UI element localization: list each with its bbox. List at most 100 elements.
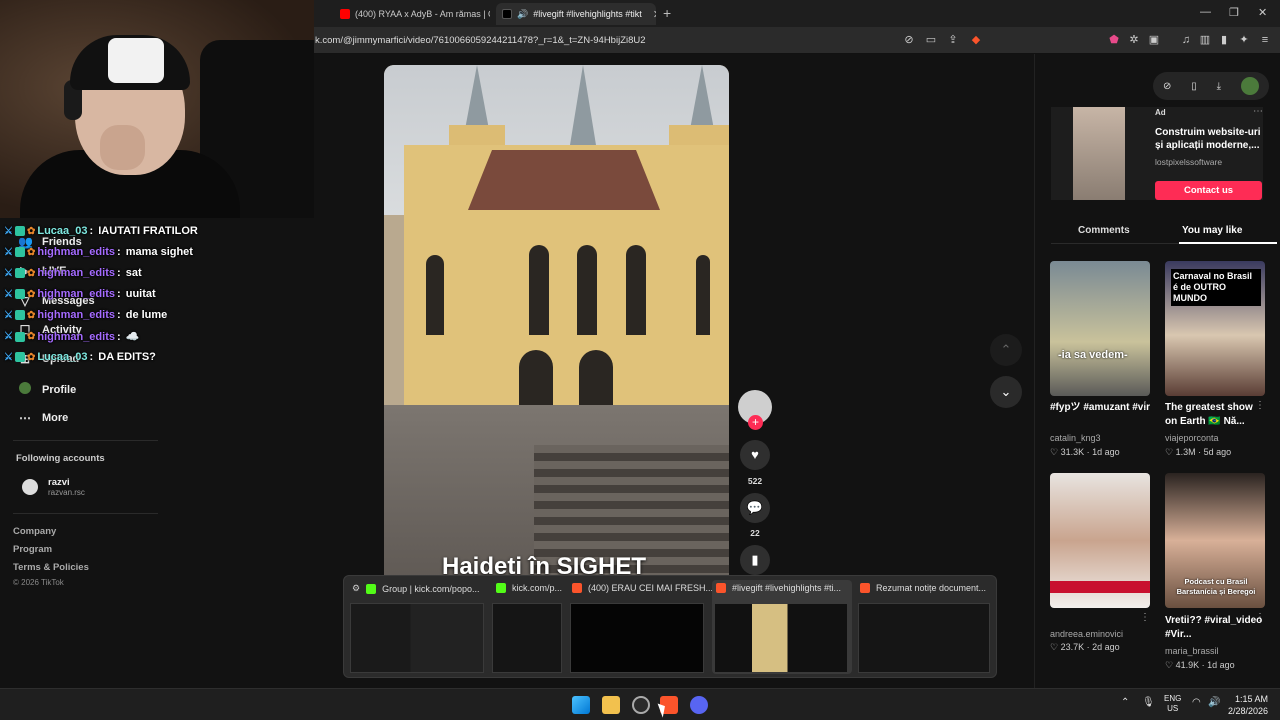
new-tab-button[interactable]: + bbox=[663, 5, 671, 21]
previous-video-arrow-icon[interactable]: ⌃ bbox=[990, 334, 1022, 366]
comment-icon[interactable]: 💬 bbox=[740, 493, 770, 523]
preview-title-text: #livegift #livehighlights #ti... bbox=[732, 583, 842, 593]
avatar[interactable] bbox=[1241, 77, 1259, 95]
minimize-icon[interactable]: — bbox=[1200, 6, 1211, 18]
discord-icon[interactable] bbox=[690, 696, 708, 714]
preview-thumbnail bbox=[714, 603, 848, 673]
suggestion-thumbnail[interactable]: Carnaval no Brasil é de OUTRO MUNDO bbox=[1165, 261, 1265, 396]
vpn-icon[interactable]: ⬟ bbox=[1108, 34, 1120, 46]
sword-icon: ⚔ bbox=[4, 267, 13, 279]
close-tab-icon[interactable]: ✕ bbox=[653, 8, 656, 21]
chat-message: ⚔ ✿ highman_edits: ☁️ bbox=[4, 330, 140, 344]
language-code: ENG bbox=[1164, 694, 1182, 703]
suggestion-thumbnail[interactable] bbox=[1050, 473, 1150, 608]
sword-icon: ⚔ bbox=[4, 288, 13, 300]
video-player[interactable]: Haideti în SIGHET bbox=[384, 65, 729, 585]
microphone-icon[interactable]: 🎙 bbox=[1142, 697, 1155, 708]
sidebar-icon[interactable]: ▥ bbox=[1199, 34, 1211, 46]
ad-title: Construim website-uri și aplicații moder… bbox=[1155, 127, 1261, 151]
suggestion-thumbnail[interactable]: -ia sa vedem- bbox=[1050, 261, 1150, 396]
follow-plus-icon[interactable]: + bbox=[748, 415, 763, 430]
browser-tab-youtube[interactable]: (400) RYAA x AdyB - Am rămas | Offi bbox=[334, 3, 490, 25]
suggestion-title[interactable]: The greatest show on Earth 🇧🇷 Nă... bbox=[1165, 401, 1257, 429]
window-preview[interactable]: kick.com/p... bbox=[492, 580, 564, 674]
suggestion-title[interactable]: #fypツ #amuzant #viralvideos... bbox=[1050, 401, 1150, 415]
contact-us-button[interactable]: Contact us bbox=[1155, 181, 1262, 200]
video-window bbox=[696, 255, 710, 335]
nav-more[interactable]: ⋯ More bbox=[18, 411, 68, 425]
tray-overflow-icon[interactable]: ⌃ bbox=[1121, 697, 1129, 708]
volume-icon[interactable]: 🔊 bbox=[1208, 697, 1220, 708]
url-field[interactable]: k.com/@jimmymarfici/video/76100660592442… bbox=[315, 35, 646, 46]
video-door bbox=[519, 350, 553, 405]
window-preview[interactable]: Rezumat notițe document... bbox=[856, 580, 992, 674]
sub-badge-icon bbox=[14, 226, 25, 236]
suggestion-user[interactable]: viajeporconta bbox=[1165, 433, 1219, 443]
phone-icon[interactable]: ▯ bbox=[1191, 81, 1197, 92]
close-window-icon[interactable]: ✕ bbox=[1258, 6, 1267, 19]
account-name: razvi bbox=[48, 477, 70, 488]
sword-icon: ⚔ bbox=[4, 225, 13, 237]
next-video-arrow-icon[interactable]: ⌄ bbox=[990, 376, 1022, 408]
start-menu-icon[interactable] bbox=[572, 696, 590, 714]
window-preview[interactable]: (400) ERAU CEI MAI FRESH... bbox=[568, 580, 713, 674]
right-panel: ⊘ ▯ ⤓ Ad ⋯ Construim website-uri și apli… bbox=[1034, 54, 1280, 688]
suggestion-thumbnail[interactable]: Podcast cu Brasil Barstanícia și Beregoi bbox=[1165, 473, 1265, 608]
wifi-icon[interactable]: ◠ bbox=[1192, 697, 1201, 708]
language-indicator[interactable]: ENG US bbox=[1164, 694, 1181, 714]
compass-icon[interactable]: ⊘ bbox=[1163, 81, 1171, 92]
tab-comments[interactable]: Comments bbox=[1078, 225, 1130, 236]
maximize-icon[interactable]: ❐ bbox=[1229, 6, 1239, 19]
suggestion-user[interactable]: maria_brassil bbox=[1165, 646, 1219, 656]
gift-badge-icon: ✿ bbox=[26, 288, 36, 300]
extensions-icon[interactable]: ✲ bbox=[1128, 34, 1140, 46]
suggestion-user[interactable]: andreea.eminovici bbox=[1050, 629, 1123, 639]
preview-title-text: kick.com/p... bbox=[512, 583, 563, 593]
tab-you-may-like[interactable]: You may like bbox=[1182, 225, 1242, 236]
system-clock[interactable]: 1:15 AM 2/28/2026 bbox=[1224, 693, 1268, 717]
cast-icon[interactable]: ▭ bbox=[925, 34, 937, 46]
menu-icon[interactable]: ≡ bbox=[1259, 34, 1271, 46]
bookmarks-icon[interactable]: ▮ bbox=[1218, 34, 1230, 46]
ad-more-icon[interactable]: ⋯ bbox=[1253, 106, 1263, 117]
following-account[interactable]: razvi razvan.rsc bbox=[22, 477, 85, 497]
footer-link-program[interactable]: Program bbox=[13, 544, 52, 555]
share-icon[interactable]: ⇪ bbox=[947, 34, 959, 46]
preview-title: (400) ERAU CEI MAI FRESH... bbox=[572, 583, 713, 593]
browser-tab-tiktok[interactable]: 🔊 #livegift #livehighlights #tikt ✕ bbox=[496, 3, 656, 25]
suggestion-likes: 31.3K bbox=[1060, 447, 1085, 457]
brave-shield-icon[interactable]: ◆ bbox=[970, 34, 982, 46]
chat-text: DA EDITS? bbox=[98, 351, 156, 363]
chat-message: ⚔ ✿ highman_edits: mama sighet bbox=[4, 246, 193, 258]
more-options-icon[interactable]: ⋮ bbox=[1255, 612, 1265, 623]
more-options-icon[interactable]: ⋮ bbox=[1255, 400, 1265, 411]
suggestion-title[interactable]: Vretii?? #viral_video #Vir... bbox=[1165, 614, 1265, 642]
sword-icon: ⚔ bbox=[4, 246, 13, 258]
leo-icon[interactable]: ✦ bbox=[1238, 34, 1250, 46]
window-preview[interactable]: ⚙ Group | kick.com/popo... bbox=[348, 580, 488, 674]
no-camera-icon[interactable]: ⊘ bbox=[903, 34, 915, 46]
suggestion-stats: ♡ 1.3M · 5d ago bbox=[1165, 447, 1232, 457]
preview-thumbnail bbox=[350, 603, 484, 673]
download-icon[interactable]: ⤓ bbox=[1217, 81, 1221, 92]
suggestion-user[interactable]: catalin_kng3 bbox=[1050, 433, 1101, 443]
file-explorer-icon[interactable] bbox=[602, 696, 620, 714]
kick-icon bbox=[496, 583, 506, 593]
wallet-icon[interactable]: ▣ bbox=[1148, 34, 1160, 46]
bookmark-icon[interactable]: ▮ bbox=[740, 545, 770, 575]
footer-link-terms[interactable]: Terms & Policies bbox=[13, 562, 89, 573]
more-options-icon[interactable]: ⋮ bbox=[1140, 612, 1150, 623]
nav-profile[interactable]: Profile bbox=[18, 382, 76, 397]
media-icon[interactable]: ♫ bbox=[1180, 34, 1192, 46]
window-preview-active[interactable]: #livegift #livehighlights #ti... bbox=[712, 580, 852, 674]
right-tabs: Comments You may like bbox=[1051, 222, 1277, 244]
chat-message: ⚔ ✿ highman_edits: uuitat bbox=[4, 288, 156, 300]
suggestion-likes: 1.3M bbox=[1175, 447, 1196, 457]
like-heart-icon[interactable]: ♥ bbox=[740, 440, 770, 470]
obs-icon[interactable] bbox=[632, 696, 650, 714]
more-options-icon[interactable]: ⋮ bbox=[1140, 400, 1150, 411]
ad-image[interactable] bbox=[1073, 107, 1125, 200]
tab-title: #livegift #livehighlights #tikt bbox=[533, 9, 642, 19]
preview-title-text: Rezumat notițe document... bbox=[876, 583, 987, 593]
footer-link-company[interactable]: Company bbox=[13, 526, 56, 537]
